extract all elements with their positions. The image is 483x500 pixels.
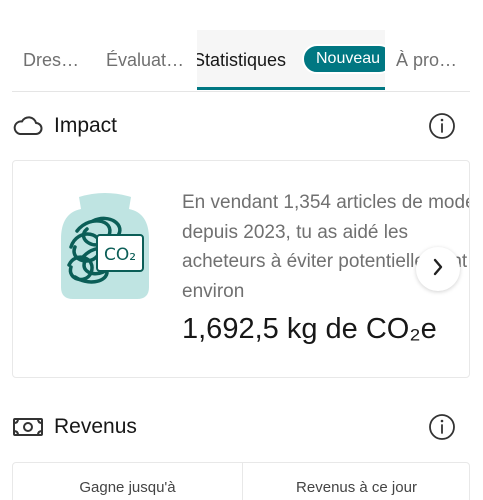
new-badge: Nouveau <box>302 44 385 74</box>
section-title-impact: Impact <box>54 114 118 137</box>
tab-label: Dres… <box>23 49 80 70</box>
revenus-to-date-label: Revenus à ce jour <box>296 479 417 496</box>
tab-label: Statistiques <box>197 49 287 70</box>
impact-next-button[interactable] <box>416 247 460 291</box>
tabs-divider <box>12 91 470 92</box>
info-icon[interactable] <box>428 112 456 140</box>
tab-label: Évaluat… <box>106 49 185 70</box>
tab-bar: Dres… Évaluat… Statistiques Nouveau À pr… <box>0 30 483 90</box>
impact-value: 1,692,5 kg de CO₂e <box>182 313 437 345</box>
tab-a-propos[interactable]: À pro… <box>396 30 457 90</box>
banknote-icon <box>12 413 44 441</box>
co2-jar-illustration: CO₂ <box>57 191 153 305</box>
cloud-icon <box>12 112 44 140</box>
tab-statistiques[interactable]: Statistiques Nouveau <box>197 30 385 90</box>
chevron-right-icon <box>431 258 445 281</box>
tab-evaluations[interactable]: Évaluat… <box>106 30 184 90</box>
revenus-card: Gagne jusqu'à Revenus à ce jour <box>12 462 470 500</box>
revenus-potential-label: Gagne jusqu'à <box>79 479 176 496</box>
tab-dressing[interactable]: Dres… <box>23 30 79 90</box>
revenus-header: Revenus <box>12 407 470 447</box>
impact-card: CO₂ En vendant 1,354 articles de mode de… <box>12 160 470 378</box>
impact-header: Impact <box>12 106 470 146</box>
tab-label: À pro… <box>396 49 458 70</box>
active-tab-indicator <box>197 87 385 90</box>
jar-label: CO₂ <box>104 245 136 265</box>
section-title-revenus: Revenus <box>54 415 137 438</box>
info-icon[interactable] <box>428 413 456 441</box>
